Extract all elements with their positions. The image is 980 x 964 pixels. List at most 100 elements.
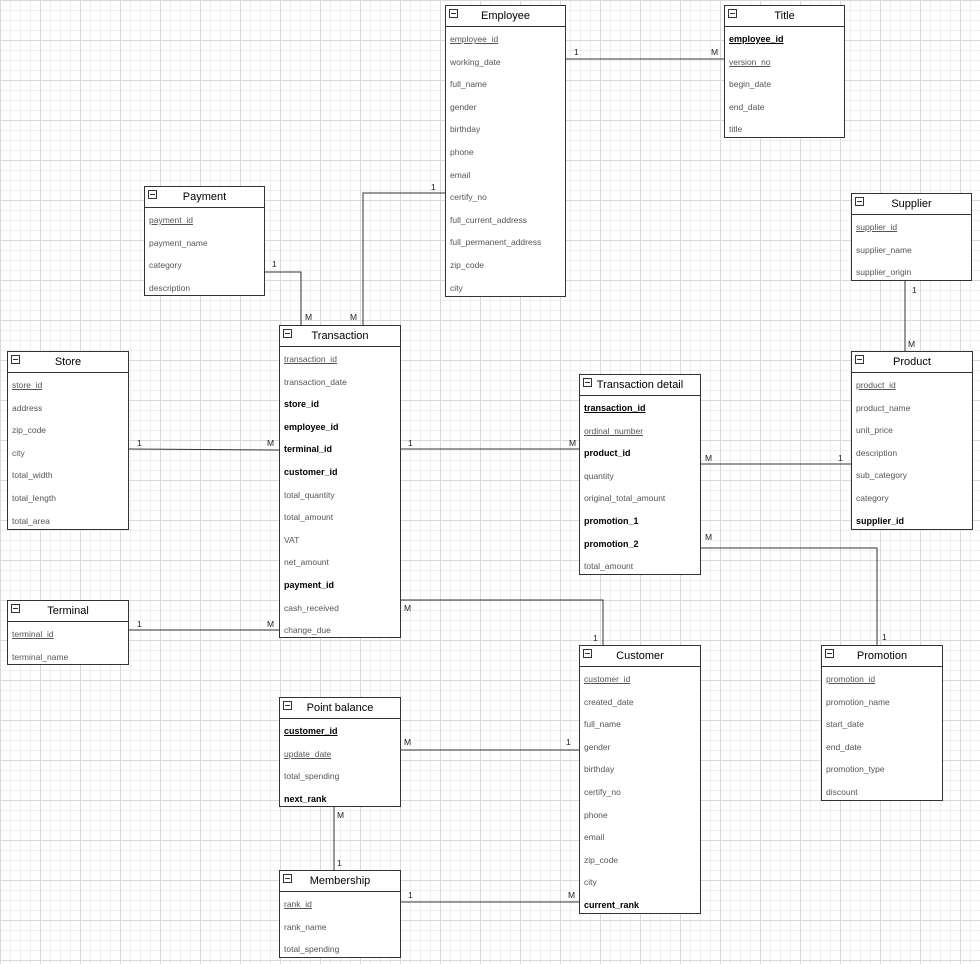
attribute-row[interactable]: change_due (280, 619, 400, 642)
attribute-row[interactable]: promotion_id (822, 668, 942, 691)
entity-store[interactable]: Store store_id address zip_code city total_wi… (7, 351, 129, 530)
attribute-row[interactable]: total_spending (280, 938, 400, 961)
entity-payment[interactable]: Payment payment_id payment_name category des… (144, 186, 265, 296)
collapse-icon[interactable] (11, 604, 20, 613)
collapse-icon[interactable] (855, 197, 864, 206)
attribute-row[interactable]: promotion_type (822, 758, 942, 781)
attribute-row[interactable]: employee_id (725, 28, 844, 51)
attribute-row[interactable]: total_amount (280, 506, 400, 529)
attribute-row[interactable]: original_total_amount (580, 487, 700, 510)
entity-supplier[interactable]: Supplier supplier_id supplier_name supplier… (851, 193, 972, 281)
entity-customer[interactable]: Customer customer_id created_date full_name… (579, 645, 701, 914)
collapse-icon[interactable] (283, 329, 292, 338)
attribute-row[interactable]: terminal_id (280, 438, 400, 461)
attribute-row[interactable]: next_rank (280, 788, 400, 811)
attribute-row[interactable]: gender (446, 96, 565, 119)
attribute-row[interactable]: birthday (580, 758, 700, 781)
entity-product[interactable]: Product product_id product_name unit_price d… (851, 351, 973, 530)
attribute-row[interactable]: description (145, 277, 264, 300)
attribute-row[interactable]: transaction_id (280, 348, 400, 371)
collapse-icon[interactable] (449, 9, 458, 18)
attribute-row[interactable]: store_id (280, 393, 400, 416)
attribute-row[interactable]: full_name (446, 73, 565, 96)
attribute-row[interactable]: full_current_address (446, 209, 565, 232)
attribute-row[interactable]: address (8, 397, 128, 420)
attribute-row[interactable]: phone (580, 804, 700, 827)
attribute-row[interactable]: created_date (580, 691, 700, 714)
attribute-row[interactable]: category (852, 487, 972, 510)
attribute-row[interactable]: terminal_id (8, 623, 128, 646)
entity-header[interactable]: Employee (446, 6, 565, 27)
attribute-row[interactable]: quantity (580, 465, 700, 488)
attribute-row[interactable]: total_area (8, 510, 128, 533)
attribute-row[interactable]: email (580, 826, 700, 849)
attribute-row[interactable]: promotion_2 (580, 533, 700, 556)
attribute-row[interactable]: current_rank (580, 894, 700, 917)
attribute-row[interactable]: title (725, 118, 844, 141)
attribute-row[interactable]: total_amount (580, 555, 700, 578)
relationship-line-employee-transaction[interactable] (362, 192, 445, 325)
attribute-row[interactable]: employee_id (280, 416, 400, 439)
attribute-row[interactable]: rank_name (280, 916, 400, 939)
entity-header[interactable]: Payment (145, 187, 264, 208)
attribute-row[interactable]: birthday (446, 118, 565, 141)
attribute-row[interactable]: total_width (8, 464, 128, 487)
entity-header[interactable]: Customer (580, 646, 700, 667)
entity-header[interactable]: Membership (280, 871, 400, 892)
entity-header[interactable]: Point balance (280, 698, 400, 719)
attribute-row[interactable]: total_spending (280, 765, 400, 788)
attribute-row[interactable]: certify_no (446, 186, 565, 209)
entity-terminal[interactable]: Terminal terminal_id terminal_name (7, 600, 129, 665)
attribute-row[interactable]: promotion_1 (580, 510, 700, 533)
attribute-row[interactable]: city (580, 871, 700, 894)
attribute-row[interactable]: supplier_id (852, 510, 972, 533)
attribute-row[interactable]: customer_id (280, 461, 400, 484)
collapse-icon[interactable] (11, 355, 20, 364)
entity-header[interactable]: Store (8, 352, 128, 373)
relationship-line-promotion-detail[interactable] (701, 547, 878, 645)
attribute-row[interactable]: description (852, 442, 972, 465)
entity-employee[interactable]: Employee employee_id working_date full_name… (445, 5, 566, 297)
collapse-icon[interactable] (728, 9, 737, 18)
attribute-row[interactable]: full_permanent_address (446, 231, 565, 254)
collapse-icon[interactable] (283, 874, 292, 883)
attribute-row[interactable]: payment_id (145, 209, 264, 232)
attribute-row[interactable]: city (8, 442, 128, 465)
attribute-row[interactable]: category (145, 254, 264, 277)
entity-transaction-detail[interactable]: Transaction detail transaction_id ordinal_… (579, 374, 701, 575)
entity-header[interactable]: Product (852, 352, 972, 373)
attribute-row[interactable]: full_name (580, 713, 700, 736)
entity-point-balance[interactable]: Point balance customer_id update_date total… (279, 697, 401, 807)
collapse-icon[interactable] (825, 649, 834, 658)
entity-title[interactable]: Title employee_id version_no begin_date end_… (724, 5, 845, 138)
attribute-row[interactable]: end_date (822, 736, 942, 759)
attribute-row[interactable]: sub_category (852, 464, 972, 487)
attribute-row[interactable]: store_id (8, 374, 128, 397)
attribute-row[interactable]: zip_code (580, 849, 700, 872)
attribute-row[interactable]: employee_id (446, 28, 565, 51)
attribute-row[interactable]: customer_id (280, 720, 400, 743)
attribute-row[interactable]: transaction_id (580, 397, 700, 420)
attribute-row[interactable]: product_name (852, 397, 972, 420)
attribute-row[interactable]: city (446, 277, 565, 300)
relationship-line-store-transaction[interactable] (128, 448, 280, 451)
attribute-row[interactable]: zip_code (8, 419, 128, 442)
attribute-row[interactable]: update_date (280, 743, 400, 766)
collapse-icon[interactable] (148, 190, 157, 199)
attribute-row[interactable]: working_date (446, 51, 565, 74)
collapse-icon[interactable] (855, 355, 864, 364)
attribute-row[interactable]: phone (446, 141, 565, 164)
attribute-row[interactable]: certify_no (580, 781, 700, 804)
attribute-row[interactable]: net_amount (280, 551, 400, 574)
entity-header[interactable]: Title (725, 6, 844, 27)
attribute-row[interactable]: payment_id (280, 574, 400, 597)
attribute-row[interactable]: rank_id (280, 893, 400, 916)
entity-header[interactable]: Promotion (822, 646, 942, 667)
entity-header[interactable]: Terminal (8, 601, 128, 622)
attribute-row[interactable]: total_length (8, 487, 128, 510)
collapse-icon[interactable] (583, 378, 592, 387)
attribute-row[interactable]: transaction_date (280, 371, 400, 394)
attribute-row[interactable]: version_no (725, 51, 844, 74)
attribute-row[interactable]: product_id (580, 442, 700, 465)
attribute-row[interactable]: begin_date (725, 73, 844, 96)
